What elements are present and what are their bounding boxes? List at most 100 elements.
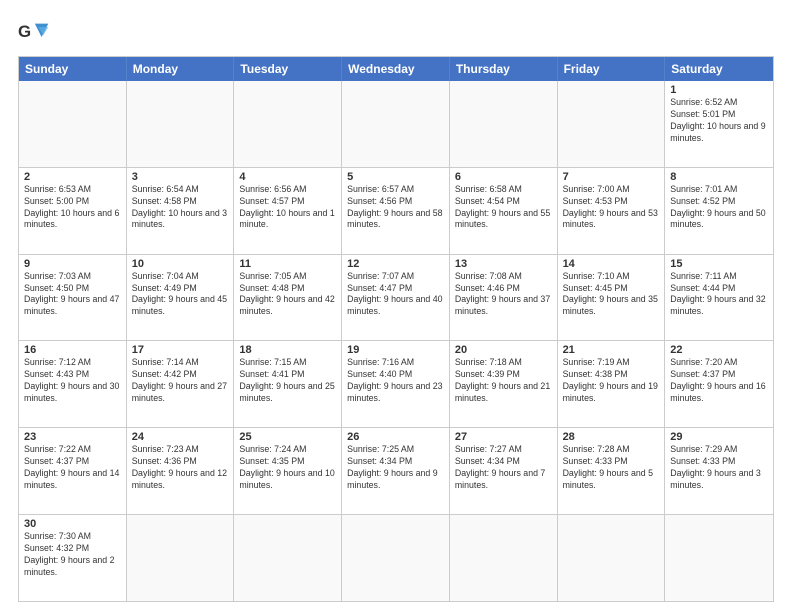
calendar-row-2: 9Sunrise: 7:03 AM Sunset: 4:50 PM Daylig… [19, 254, 773, 341]
calendar-row-0: 1Sunrise: 6:52 AM Sunset: 5:01 PM Daylig… [19, 81, 773, 167]
day-info: Sunrise: 7:10 AM Sunset: 4:45 PM Dayligh… [563, 271, 660, 319]
header-day-thursday: Thursday [450, 57, 558, 81]
day-number: 22 [670, 344, 768, 356]
day-number: 18 [239, 344, 336, 356]
day-number: 1 [670, 84, 768, 96]
calendar-cell-1-4: 6Sunrise: 6:58 AM Sunset: 4:54 PM Daylig… [450, 168, 558, 254]
calendar-cell-2-3: 12Sunrise: 7:07 AM Sunset: 4:47 PM Dayli… [342, 255, 450, 341]
day-number: 17 [132, 344, 229, 356]
day-number: 25 [239, 431, 336, 443]
calendar-body: 1Sunrise: 6:52 AM Sunset: 5:01 PM Daylig… [19, 81, 773, 601]
day-number: 20 [455, 344, 552, 356]
day-info: Sunrise: 7:22 AM Sunset: 4:37 PM Dayligh… [24, 444, 121, 492]
day-info: Sunrise: 7:04 AM Sunset: 4:49 PM Dayligh… [132, 271, 229, 319]
logo: G [18, 18, 54, 46]
header-day-tuesday: Tuesday [234, 57, 342, 81]
page: G SundayMondayTuesdayWednesdayThursdayFr… [0, 0, 792, 612]
header-day-sunday: Sunday [19, 57, 127, 81]
day-info: Sunrise: 7:16 AM Sunset: 4:40 PM Dayligh… [347, 357, 444, 405]
day-info: Sunrise: 7:11 AM Sunset: 4:44 PM Dayligh… [670, 271, 768, 319]
day-info: Sunrise: 6:58 AM Sunset: 4:54 PM Dayligh… [455, 184, 552, 232]
day-info: Sunrise: 6:57 AM Sunset: 4:56 PM Dayligh… [347, 184, 444, 232]
day-info: Sunrise: 7:23 AM Sunset: 4:36 PM Dayligh… [132, 444, 229, 492]
calendar-cell-2-2: 11Sunrise: 7:05 AM Sunset: 4:48 PM Dayli… [234, 255, 342, 341]
day-info: Sunrise: 7:29 AM Sunset: 4:33 PM Dayligh… [670, 444, 768, 492]
calendar-row-1: 2Sunrise: 6:53 AM Sunset: 5:00 PM Daylig… [19, 167, 773, 254]
day-number: 16 [24, 344, 121, 356]
calendar-cell-0-2 [234, 81, 342, 167]
day-info: Sunrise: 6:56 AM Sunset: 4:57 PM Dayligh… [239, 184, 336, 232]
calendar-cell-0-3 [342, 81, 450, 167]
calendar-cell-1-2: 4Sunrise: 6:56 AM Sunset: 4:57 PM Daylig… [234, 168, 342, 254]
day-info: Sunrise: 7:28 AM Sunset: 4:33 PM Dayligh… [563, 444, 660, 492]
calendar-cell-4-3: 26Sunrise: 7:25 AM Sunset: 4:34 PM Dayli… [342, 428, 450, 514]
day-number: 7 [563, 171, 660, 183]
calendar-cell-3-2: 18Sunrise: 7:15 AM Sunset: 4:41 PM Dayli… [234, 341, 342, 427]
calendar-cell-3-4: 20Sunrise: 7:18 AM Sunset: 4:39 PM Dayli… [450, 341, 558, 427]
day-info: Sunrise: 6:54 AM Sunset: 4:58 PM Dayligh… [132, 184, 229, 232]
calendar-cell-5-6 [665, 515, 773, 601]
calendar: SundayMondayTuesdayWednesdayThursdayFrid… [18, 56, 774, 602]
day-number: 26 [347, 431, 444, 443]
day-info: Sunrise: 7:15 AM Sunset: 4:41 PM Dayligh… [239, 357, 336, 405]
header-day-saturday: Saturday [665, 57, 773, 81]
calendar-cell-3-3: 19Sunrise: 7:16 AM Sunset: 4:40 PM Dayli… [342, 341, 450, 427]
day-info: Sunrise: 7:14 AM Sunset: 4:42 PM Dayligh… [132, 357, 229, 405]
day-number: 13 [455, 258, 552, 270]
day-info: Sunrise: 7:08 AM Sunset: 4:46 PM Dayligh… [455, 271, 552, 319]
day-info: Sunrise: 7:30 AM Sunset: 4:32 PM Dayligh… [24, 531, 121, 579]
calendar-cell-1-5: 7Sunrise: 7:00 AM Sunset: 4:53 PM Daylig… [558, 168, 666, 254]
day-number: 28 [563, 431, 660, 443]
day-number: 2 [24, 171, 121, 183]
calendar-cell-3-5: 21Sunrise: 7:19 AM Sunset: 4:38 PM Dayli… [558, 341, 666, 427]
day-number: 27 [455, 431, 552, 443]
day-number: 8 [670, 171, 768, 183]
calendar-cell-5-5 [558, 515, 666, 601]
calendar-cell-5-2 [234, 515, 342, 601]
day-info: Sunrise: 7:20 AM Sunset: 4:37 PM Dayligh… [670, 357, 768, 405]
day-info: Sunrise: 7:01 AM Sunset: 4:52 PM Dayligh… [670, 184, 768, 232]
calendar-cell-5-3 [342, 515, 450, 601]
header-day-friday: Friday [558, 57, 666, 81]
calendar-cell-5-1 [127, 515, 235, 601]
calendar-cell-4-5: 28Sunrise: 7:28 AM Sunset: 4:33 PM Dayli… [558, 428, 666, 514]
calendar-cell-3-6: 22Sunrise: 7:20 AM Sunset: 4:37 PM Dayli… [665, 341, 773, 427]
calendar-row-3: 16Sunrise: 7:12 AM Sunset: 4:43 PM Dayli… [19, 340, 773, 427]
day-info: Sunrise: 7:03 AM Sunset: 4:50 PM Dayligh… [24, 271, 121, 319]
calendar-cell-0-5 [558, 81, 666, 167]
calendar-cell-4-0: 23Sunrise: 7:22 AM Sunset: 4:37 PM Dayli… [19, 428, 127, 514]
day-info: Sunrise: 7:12 AM Sunset: 4:43 PM Dayligh… [24, 357, 121, 405]
header: G [18, 18, 774, 46]
day-number: 30 [24, 518, 121, 530]
calendar-cell-4-2: 25Sunrise: 7:24 AM Sunset: 4:35 PM Dayli… [234, 428, 342, 514]
day-info: Sunrise: 6:52 AM Sunset: 5:01 PM Dayligh… [670, 97, 768, 145]
header-day-wednesday: Wednesday [342, 57, 450, 81]
day-info: Sunrise: 7:24 AM Sunset: 4:35 PM Dayligh… [239, 444, 336, 492]
day-number: 29 [670, 431, 768, 443]
day-number: 15 [670, 258, 768, 270]
calendar-cell-3-0: 16Sunrise: 7:12 AM Sunset: 4:43 PM Dayli… [19, 341, 127, 427]
calendar-row-5: 30Sunrise: 7:30 AM Sunset: 4:32 PM Dayli… [19, 514, 773, 601]
day-number: 3 [132, 171, 229, 183]
day-info: Sunrise: 7:05 AM Sunset: 4:48 PM Dayligh… [239, 271, 336, 319]
day-info: Sunrise: 7:07 AM Sunset: 4:47 PM Dayligh… [347, 271, 444, 319]
day-number: 19 [347, 344, 444, 356]
calendar-cell-2-1: 10Sunrise: 7:04 AM Sunset: 4:49 PM Dayli… [127, 255, 235, 341]
day-number: 12 [347, 258, 444, 270]
calendar-cell-0-0 [19, 81, 127, 167]
calendar-cell-2-0: 9Sunrise: 7:03 AM Sunset: 4:50 PM Daylig… [19, 255, 127, 341]
calendar-cell-4-6: 29Sunrise: 7:29 AM Sunset: 4:33 PM Dayli… [665, 428, 773, 514]
calendar-cell-1-0: 2Sunrise: 6:53 AM Sunset: 5:00 PM Daylig… [19, 168, 127, 254]
day-info: Sunrise: 7:00 AM Sunset: 4:53 PM Dayligh… [563, 184, 660, 232]
day-number: 21 [563, 344, 660, 356]
day-number: 10 [132, 258, 229, 270]
header-day-monday: Monday [127, 57, 235, 81]
day-number: 11 [239, 258, 336, 270]
calendar-cell-3-1: 17Sunrise: 7:14 AM Sunset: 4:42 PM Dayli… [127, 341, 235, 427]
day-info: Sunrise: 7:19 AM Sunset: 4:38 PM Dayligh… [563, 357, 660, 405]
calendar-header: SundayMondayTuesdayWednesdayThursdayFrid… [19, 57, 773, 81]
calendar-cell-4-1: 24Sunrise: 7:23 AM Sunset: 4:36 PM Dayli… [127, 428, 235, 514]
calendar-cell-2-4: 13Sunrise: 7:08 AM Sunset: 4:46 PM Dayli… [450, 255, 558, 341]
calendar-cell-2-5: 14Sunrise: 7:10 AM Sunset: 4:45 PM Dayli… [558, 255, 666, 341]
day-number: 5 [347, 171, 444, 183]
